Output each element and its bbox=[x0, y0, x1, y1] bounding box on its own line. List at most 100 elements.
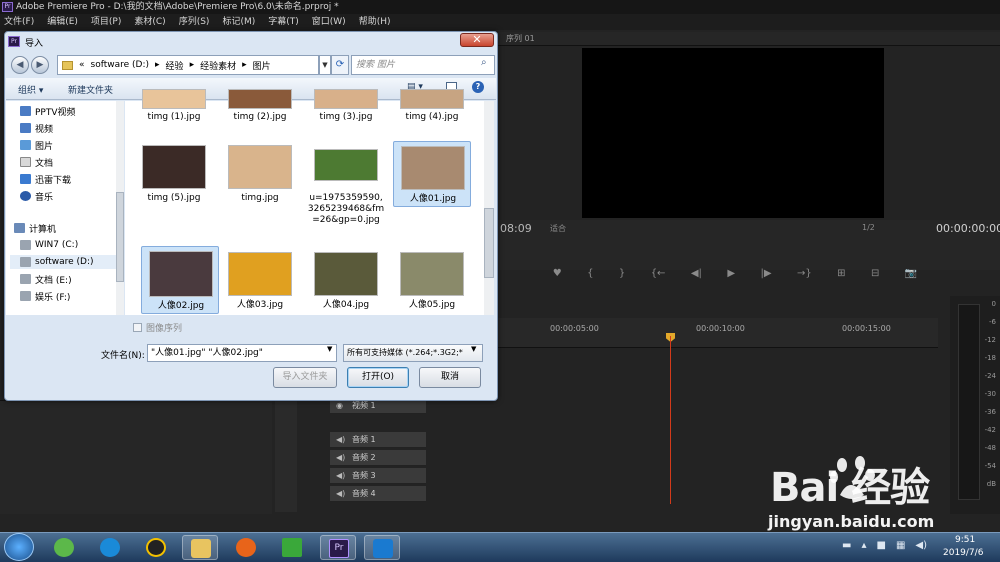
security-icon[interactable]: ■ bbox=[876, 540, 885, 554]
nav-item-drive-c[interactable]: WIN7 (C:) bbox=[20, 238, 78, 252]
network-icon[interactable]: ▦ bbox=[896, 540, 905, 554]
taskbar-app-media[interactable] bbox=[92, 535, 128, 560]
cancel-button[interactable]: 取消 bbox=[419, 367, 481, 388]
playhead-line[interactable] bbox=[670, 336, 671, 504]
nav-item-drive-e[interactable]: 文档 (E:) bbox=[20, 272, 72, 286]
new-folder-button[interactable]: 新建文件夹 bbox=[68, 83, 113, 96]
file-item-selected[interactable]: 人像02.jpg bbox=[141, 246, 219, 314]
taskbar-app-360[interactable] bbox=[46, 535, 82, 560]
menu-window[interactable]: 窗口(W) bbox=[312, 14, 346, 30]
track-audio-2[interactable]: ◀) 音频 2 bbox=[330, 450, 426, 466]
speaker-icon[interactable]: ◀) bbox=[336, 486, 345, 502]
forward-arrow-icon[interactable]: ▶ bbox=[31, 56, 49, 74]
clock-time[interactable]: 9:51 bbox=[955, 535, 975, 545]
import-folder-button[interactable]: 导入文件夹 bbox=[273, 367, 337, 388]
marker-button[interactable]: ♥ bbox=[553, 268, 562, 284]
search-icon[interactable]: ⌕ bbox=[481, 57, 487, 68]
breadcrumb-drive[interactable]: software (D:) bbox=[91, 60, 150, 70]
chevron-down-icon[interactable]: ▼ bbox=[471, 345, 476, 353]
volume-icon[interactable]: ◀) bbox=[915, 540, 927, 554]
menu-sequence[interactable]: 序列(S) bbox=[179, 14, 210, 30]
refresh-icon[interactable]: ⟳ bbox=[331, 55, 349, 75]
file-item[interactable]: 人像03.jpg bbox=[221, 246, 299, 326]
extract-button[interactable]: ⊟ bbox=[871, 268, 879, 284]
chevron-down-icon[interactable]: ▼ bbox=[327, 345, 332, 353]
nav-item-drive-f[interactable]: 娱乐 (F:) bbox=[20, 289, 70, 303]
breadcrumb-separator[interactable]: ▸ bbox=[242, 60, 247, 70]
nav-item-videos[interactable]: 视频 bbox=[20, 121, 53, 135]
filename-input[interactable]: "人像01.jpg" "人像02.jpg" bbox=[147, 344, 337, 362]
start-button[interactable] bbox=[4, 533, 34, 561]
taskbar-app-firefox[interactable] bbox=[228, 535, 264, 560]
track-audio-4[interactable]: ◀) 音频 4 bbox=[330, 486, 426, 502]
step-forward-button[interactable]: |▶ bbox=[760, 268, 771, 284]
checkbox-icon[interactable] bbox=[133, 323, 142, 332]
play-button[interactable]: ▶ bbox=[727, 268, 735, 284]
breadcrumb-overflow[interactable]: « bbox=[79, 60, 85, 70]
keyboard-icon[interactable]: ▬ bbox=[842, 540, 851, 554]
nav-item-music[interactable]: 音乐 bbox=[20, 189, 53, 203]
dialog-title-bar[interactable] bbox=[5, 32, 497, 52]
tray-arrow-icon[interactable]: ▴ bbox=[861, 540, 866, 554]
breadcrumb-folder[interactable]: 图片 bbox=[253, 59, 271, 72]
file-item[interactable]: 人像04.jpg bbox=[307, 246, 385, 326]
address-bar[interactable]: « software (D:) ▸ 经验 ▸ 经验素材 ▸ 图片 bbox=[57, 55, 319, 75]
file-scroll-thumb[interactable] bbox=[484, 208, 494, 278]
file-item[interactable]: 人像05.jpg bbox=[393, 246, 471, 326]
nav-scroll-thumb[interactable] bbox=[116, 192, 124, 282]
mark-in-button[interactable]: { bbox=[587, 268, 593, 284]
menu-project[interactable]: 项目(P) bbox=[91, 14, 121, 30]
track-audio-3[interactable]: ◀) 音频 3 bbox=[330, 468, 426, 484]
step-back-button[interactable]: ◀| bbox=[691, 268, 702, 284]
taskbar-app-other[interactable] bbox=[364, 535, 400, 560]
menu-edit[interactable]: 编辑(E) bbox=[47, 14, 78, 30]
taskbar-app-explorer[interactable] bbox=[182, 535, 218, 560]
speaker-icon[interactable]: ◀) bbox=[336, 468, 345, 484]
menu-title[interactable]: 字幕(T) bbox=[268, 14, 299, 30]
image-sequence-checkbox[interactable]: 图像序列 bbox=[133, 321, 182, 334]
menu-clip[interactable]: 素材(C) bbox=[134, 14, 165, 30]
file-item[interactable]: timg (5).jpg bbox=[135, 143, 213, 223]
breadcrumb-folder[interactable]: 经验 bbox=[166, 59, 184, 72]
breadcrumb-separator[interactable]: ▸ bbox=[155, 60, 160, 70]
file-item[interactable]: timg.jpg bbox=[221, 143, 299, 223]
nav-item-pictures[interactable]: 图片 bbox=[20, 138, 53, 152]
nav-item-computer[interactable]: 计算机 bbox=[14, 221, 56, 235]
taskbar-app-premiere[interactable]: Pr bbox=[320, 535, 356, 560]
nav-item-documents[interactable]: 文档 bbox=[20, 155, 53, 169]
chevron-down-icon[interactable]: ▼ bbox=[319, 55, 331, 75]
back-arrow-icon[interactable]: ◀ bbox=[11, 56, 29, 74]
speaker-icon[interactable]: ◀) bbox=[336, 432, 345, 448]
menu-file[interactable]: 文件(F) bbox=[4, 14, 34, 30]
open-button[interactable]: 打开(O) bbox=[347, 367, 409, 388]
go-to-out-button[interactable]: →} bbox=[797, 268, 812, 284]
help-icon[interactable]: ? bbox=[472, 81, 484, 93]
lift-button[interactable]: ⊞ bbox=[837, 268, 845, 284]
nav-item-pptv[interactable]: PPTV视频 bbox=[20, 104, 76, 118]
zoom-select[interactable]: 适合 bbox=[550, 223, 566, 234]
speaker-icon[interactable]: ◀) bbox=[336, 450, 345, 466]
time-ruler[interactable]: 00:00:05:00 00:00:10:00 00:00:15:00 bbox=[498, 318, 938, 348]
mark-out-button[interactable]: } bbox=[619, 268, 625, 284]
menu-marker[interactable]: 标记(M) bbox=[222, 14, 255, 30]
export-frame-button[interactable]: 📷 bbox=[905, 268, 917, 284]
nav-item-drive-d[interactable]: software (D:) bbox=[10, 255, 116, 269]
go-to-in-button[interactable]: {← bbox=[651, 268, 666, 284]
resolution-select[interactable]: 1/2 bbox=[862, 223, 875, 232]
file-item[interactable]: u=1975359590,3265239468&fm=26&gp=0.jpg bbox=[307, 143, 385, 241]
playhead-timecode[interactable]: 08:09 bbox=[500, 222, 532, 235]
file-item-selected[interactable]: 人像01.jpg bbox=[393, 141, 471, 207]
breadcrumb-folder[interactable]: 经验素材 bbox=[200, 59, 236, 72]
taskbar-app-qq[interactable] bbox=[138, 535, 174, 560]
breadcrumb-separator[interactable]: ▸ bbox=[190, 60, 195, 70]
clock-date[interactable]: 2019/7/6 bbox=[943, 548, 983, 558]
track-audio-1[interactable]: ◀) 音频 1 bbox=[330, 432, 426, 448]
file-type-select[interactable]: 所有可支持媒体 (*.264;*.3G2;* bbox=[343, 344, 483, 362]
search-input[interactable]: 搜索 图片 bbox=[351, 55, 495, 75]
organize-button[interactable]: 组织 ▾ bbox=[18, 83, 43, 96]
nav-item-downloads[interactable]: 迅雷下载 bbox=[20, 172, 71, 186]
taskbar-app-player[interactable] bbox=[274, 535, 310, 560]
close-button[interactable]: ✕ bbox=[460, 33, 494, 47]
menu-help[interactable]: 帮助(H) bbox=[359, 14, 391, 30]
program-monitor-tab[interactable]: 序列 01 bbox=[498, 32, 1000, 46]
